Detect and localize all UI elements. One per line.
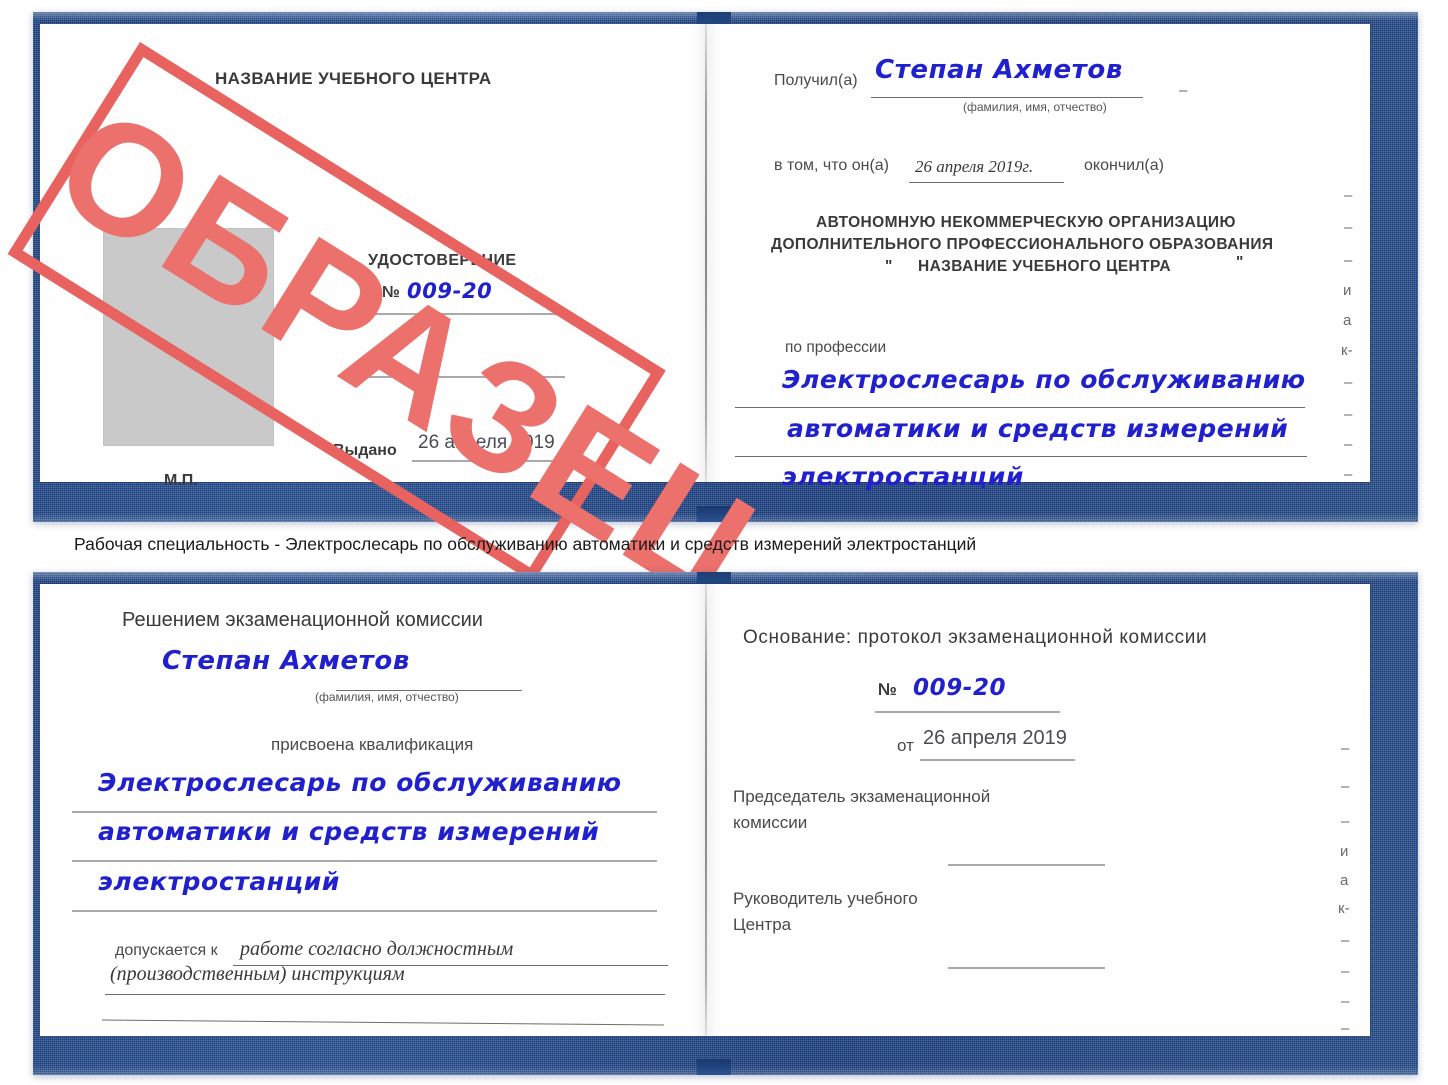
profession-rule-1 (735, 407, 1305, 408)
name-hint: (фамилия, имя, отчество) (315, 690, 459, 704)
admitted-line-2: (производственным) инструкциям (110, 963, 405, 985)
number-rule (375, 313, 565, 315)
statement-prefix: в том, что он(а) (774, 157, 889, 174)
protocol-date-rule (920, 759, 1075, 761)
profession-line-3: электростанций (782, 462, 1025, 491)
admitted-rule-3 (102, 1019, 664, 1026)
organization-quote-open: " (885, 258, 893, 275)
head-line-1: Руководитель учебного (733, 889, 918, 908)
spine-tab-bottom (697, 1059, 731, 1075)
margin-mark: и (1340, 843, 1349, 860)
issued-rule (412, 460, 567, 462)
profession-line-1: Электрослесарь по обслуживанию (782, 365, 1306, 394)
margin-mark: к- (1338, 900, 1350, 917)
margin-mark: – (1341, 778, 1350, 795)
margin-mark: а (1343, 312, 1352, 329)
chairman-line-1: Председатель экзаменационной (733, 787, 991, 806)
profession-label: по профессии (785, 339, 887, 356)
issued-date-value: 26 апреля 2019 (418, 432, 555, 453)
organization-quote-close: " (1236, 254, 1244, 271)
bottom-left-page: Решением экзаменационной комиссии Степан… (40, 584, 705, 1036)
qualification-line-2: автоматики и средств измерений (98, 817, 600, 846)
protocol-number-rule (875, 711, 1060, 713)
number-label: № (382, 284, 400, 301)
admitted-label: допускается к (115, 942, 218, 959)
top-right-page: Получил(а) Степан Ахметов (фамилия, имя,… (707, 24, 1370, 491)
protocol-number-value: 009-20 (913, 675, 1007, 701)
margin-mark: – (1344, 219, 1353, 236)
training-center-title: НАЗВАНИЕ УЧЕБНОГО ЦЕНТРА (215, 69, 492, 88)
certificate-top-spread: НАЗВАНИЕ УЧЕБНОГО ЦЕНТРА УДОСТОВЕРЕНИЕ №… (7, 24, 1370, 641)
margin-mark: – (1341, 932, 1350, 949)
top-left-page: НАЗВАНИЕ УЧЕБНОГО ЦЕНТРА УДОСТОВЕРЕНИЕ №… (40, 24, 705, 489)
image-caption: Рабочая специальность - Электрослесарь п… (74, 534, 977, 554)
seal-label: М.П. (164, 472, 198, 489)
qualification-rule-1 (72, 811, 657, 813)
bottom-right-page: Основание: протокол экзаменационной коми… (707, 584, 1370, 1037)
margin-mark: – (1341, 963, 1350, 980)
organization-line-1: АВТОНОМНУЮ НЕКОММЕРЧЕСКУЮ ОРГАНИЗАЦИЮ (816, 214, 1236, 231)
received-label: Получил(а) (774, 72, 858, 89)
margin-mark: – (1179, 82, 1188, 99)
margin-mark: – (1341, 993, 1350, 1010)
name-hint: (фамилия, имя, отчество) (963, 100, 1107, 114)
profession-line-2: автоматики и средств измерений (787, 414, 1289, 443)
basis-label: Основание: протокол экзаменационной коми… (743, 627, 1208, 648)
qualification-line-3: электростанций (98, 867, 341, 896)
profession-rule-2 (735, 456, 1307, 457)
margin-mark: – (1344, 466, 1353, 483)
protocol-date-label: от (897, 736, 914, 755)
organization-line-3: НАЗВАНИЕ УЧЕБНОГО ЦЕНТРА (918, 258, 1171, 275)
margin-mark: и (1343, 282, 1352, 299)
head-signature-rule (948, 967, 1105, 969)
certificate-bottom-spread: Решением экзаменационной комиссии Степан… (40, 584, 1370, 1037)
statement-date-rule (909, 182, 1064, 183)
margin-mark: – (1344, 187, 1353, 204)
chairman-line-2: комиссии (733, 813, 808, 832)
margin-mark: – (1341, 740, 1350, 757)
qualification-label: присвоена квалификация (271, 735, 474, 754)
margin-mark: – (1344, 406, 1353, 423)
recipient-name: Степан Ахметов (875, 55, 1123, 85)
photo-placeholder (103, 228, 274, 446)
margin-mark: – (1341, 1020, 1350, 1037)
qualification-line-1: Электрослесарь по обслуживанию (98, 768, 622, 797)
margin-mark: – (1341, 813, 1350, 830)
head-line-2: Центра (733, 915, 792, 934)
decision-title: Решением экзаменационной комиссии (122, 609, 483, 631)
statement-suffix: окончил(а) (1084, 157, 1164, 174)
admitted-rule-2 (105, 994, 665, 995)
person-name: Степан Ахметов (162, 646, 410, 676)
blank-rule-1 (352, 376, 565, 378)
certificate-number-value: 009-20 (407, 279, 493, 303)
margin-mark: – (1344, 436, 1353, 453)
statement-date: 26 апреля 2019г. (915, 157, 1034, 176)
qualification-rule-3 (72, 910, 657, 912)
margin-mark: – (1344, 374, 1353, 391)
recipient-name-rule (871, 97, 1143, 98)
margin-mark: к- (1341, 342, 1353, 359)
qualification-rule-2 (72, 860, 657, 862)
margin-mark: а (1340, 872, 1349, 889)
chairman-signature-rule (948, 864, 1105, 866)
protocol-date-value: 26 апреля 2019 (923, 727, 1067, 749)
admitted-line-1: работе согласно должностным (240, 938, 514, 960)
margin-mark: – (1344, 252, 1353, 269)
organization-line-2: ДОПОЛНИТЕЛЬНОГО ПРОФЕССИОНАЛЬНОГО ОБРАЗО… (771, 236, 1274, 253)
spine-tab-bottom (697, 506, 731, 522)
protocol-number-label: № (878, 680, 897, 699)
issued-label: Выдано (333, 442, 397, 459)
document-type-label: УДОСТОВЕРЕНИЕ (368, 252, 517, 269)
